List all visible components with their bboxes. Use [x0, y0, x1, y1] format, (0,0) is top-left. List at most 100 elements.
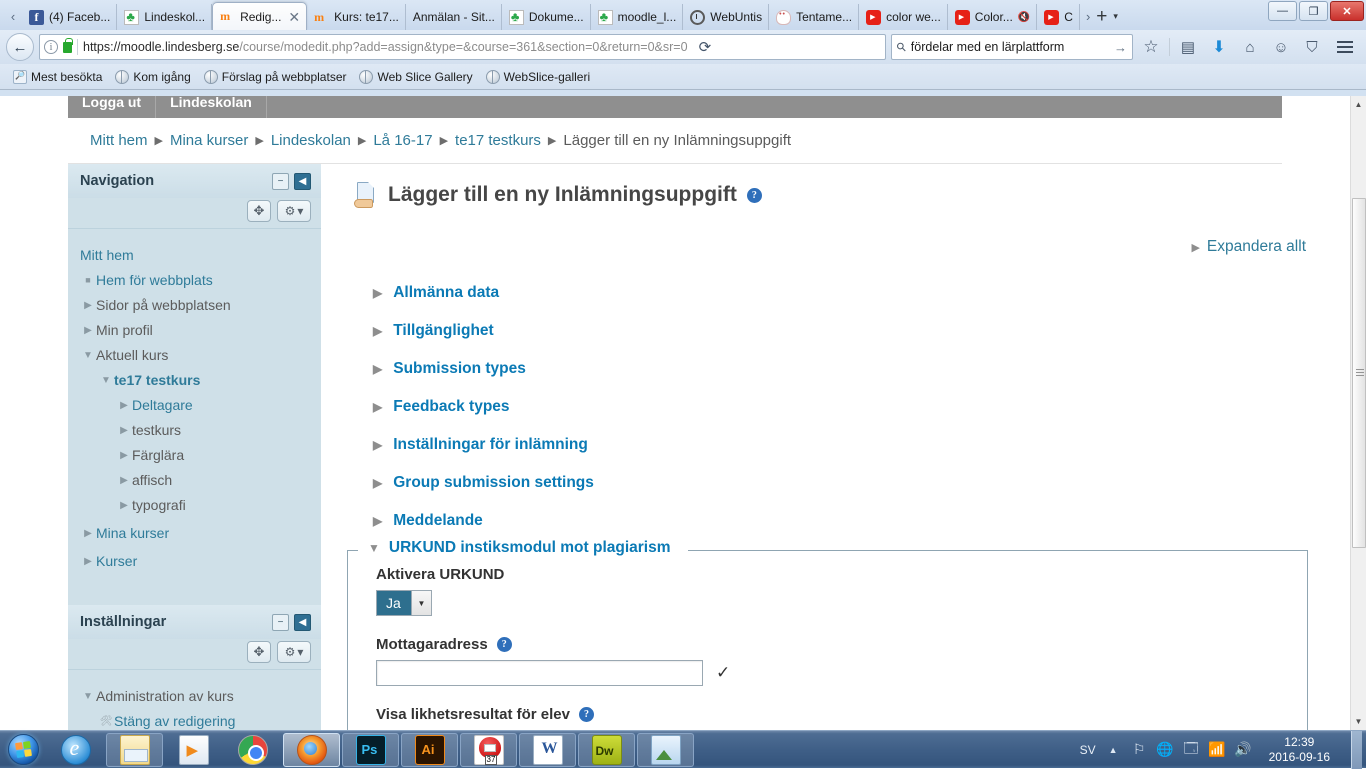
bookmark-webslice-galleri[interactable]: WebSlice-galleri [481, 68, 595, 86]
browser-tab-dokument[interactable]: Dokume... [502, 4, 591, 30]
chevron-right-icon[interactable]: ▶ [373, 400, 382, 414]
nav-item-mina-kurser[interactable]: ▶ Mina kurser [68, 521, 321, 546]
flag-icon[interactable]: ⚐ [1131, 741, 1148, 758]
collapse-block-icon[interactable]: − [272, 613, 289, 631]
breadcrumb-item-te17-testkurs[interactable]: te17 testkurs [455, 132, 541, 149]
close-window-button[interactable]: ✕ [1330, 1, 1364, 21]
move-block-icon[interactable]: ✥ [247, 641, 271, 663]
chevron-right-icon[interactable]: ▶ [80, 293, 96, 318]
move-block-icon[interactable]: ✥ [247, 200, 271, 222]
mottagaradress-input[interactable] [376, 660, 703, 686]
chevron-right-icon[interactable]: ▶ [116, 493, 132, 518]
chevron-right-icon[interactable]: ▶ [80, 521, 96, 546]
nav-item-deltagare[interactable]: ▶ Deltagare [68, 393, 321, 418]
search-bar[interactable]: ⚲ fördelar med en lärplattform → [891, 34, 1133, 60]
address-bar[interactable]: i https://moodle.lindesberg.se/course/mo… [39, 34, 886, 60]
settings-item-administration-av-kurs[interactable]: ▼ Administration av kurs [68, 684, 321, 709]
nav-item-mitt-hem[interactable]: Mitt hem [68, 243, 321, 268]
list-all-tabs-icon[interactable]: ▾ [1113, 11, 1118, 22]
taskbar-item-mail[interactable]: 37 [460, 732, 517, 767]
bookmark-web-slice-gallery[interactable]: Web Slice Gallery [354, 68, 477, 86]
nav-item-sidor-pa-webbplatsen[interactable]: ▶ Sidor på webbplatsen [68, 293, 321, 318]
new-tab-button[interactable]: + [1096, 7, 1107, 26]
taskbar-item-photo-viewer[interactable] [637, 732, 694, 767]
page-scrollbar[interactable]: ▲ ▼ [1350, 96, 1366, 730]
chevron-down-icon[interactable]: ▼ [98, 368, 114, 393]
taskbar-item-word[interactable] [519, 732, 576, 767]
section-feedback-types[interactable]: ▶ Feedback types [373, 388, 1334, 426]
tab-scroll-left-icon[interactable]: ‹ [4, 2, 22, 30]
chevron-right-icon[interactable]: ▶ [373, 438, 382, 452]
section-installningar-for-inlamning[interactable]: ▶ Inställningar för inlämning [373, 426, 1334, 464]
language-indicator[interactable]: SV [1080, 743, 1096, 757]
chevron-right-icon[interactable]: ▶ [373, 324, 382, 338]
chevron-right-icon[interactable]: ▶ [373, 476, 382, 490]
chevron-right-icon[interactable]: ▶ [116, 418, 132, 443]
start-button[interactable] [0, 732, 46, 768]
chevron-down-icon[interactable]: ▼ [80, 343, 96, 368]
bookmark-star-icon[interactable]: ☆ [1138, 34, 1164, 60]
bookmark-mest-besokta[interactable]: Mest besökta [8, 68, 107, 86]
chevron-down-icon[interactable]: ▼ [368, 541, 380, 555]
clock[interactable]: 12:39 2016-09-16 [1261, 735, 1338, 765]
chevron-down-icon[interactable]: ▼ [80, 684, 96, 709]
urkund-legend[interactable]: ▼ URKUND instiksmodul mot plagiarism [362, 539, 677, 557]
help-icon[interactable]: ? [746, 187, 762, 203]
menu-icon[interactable] [1330, 41, 1360, 53]
chevron-right-icon[interactable]: ▶ [80, 549, 96, 574]
browser-tab-facebook[interactable]: f (4) Faceb... [22, 4, 118, 30]
nav-item-te17-testkurs[interactable]: ▼ te17 testkurs [68, 368, 321, 393]
nav-item-affisch[interactable]: ▶ affisch [68, 468, 321, 493]
gear-icon[interactable]: ⚙ ▾ [277, 641, 311, 663]
bookmark-kom-igang[interactable]: Kom igång [110, 68, 195, 86]
sync-icon[interactable]: ☺ [1268, 34, 1294, 60]
taskbar-item-file-explorer[interactable] [106, 732, 163, 767]
section-allmanna-data[interactable]: ▶ Allmänna data [373, 274, 1334, 312]
network-icon[interactable]: 🌐 [1156, 741, 1173, 758]
browser-tab-color[interactable]: Color... 🔇 [948, 4, 1038, 30]
scroll-down-icon[interactable]: ▼ [1351, 713, 1366, 730]
scroll-up-icon[interactable]: ▲ [1351, 96, 1366, 113]
library-icon[interactable]: ▤ [1175, 34, 1201, 60]
pocket-icon[interactable]: ⛉ [1299, 34, 1325, 60]
help-icon[interactable]: ? [578, 707, 594, 722]
back-button[interactable]: ← [6, 33, 34, 61]
browser-tab-kurs-te17[interactable]: m Kurs: te17... [307, 4, 406, 30]
aktivera-urkund-select[interactable]: Ja ▼ [376, 590, 432, 616]
taskbar-item-internet-explorer[interactable] [47, 733, 104, 767]
chevron-right-icon[interactable]: ▶ [80, 318, 96, 343]
breadcrumb-item-mitt-hem[interactable]: Mitt hem [90, 132, 148, 149]
school-link[interactable]: Lindeskolan [156, 96, 267, 118]
taskbar-item-illustrator[interactable] [401, 732, 458, 767]
browser-tab-webuntis[interactable]: WebUntis [683, 4, 770, 30]
dock-block-icon[interactable]: ◀ [294, 613, 311, 631]
mute-icon[interactable]: 🔇 [1018, 12, 1030, 23]
nav-item-testkurs[interactable]: ▶ testkurs [68, 418, 321, 443]
browser-tab-lindeskolan[interactable]: Lindeskol... [117, 4, 213, 30]
maximize-button[interactable]: ❐ [1299, 1, 1328, 21]
chevron-right-icon[interactable]: ▶ [116, 468, 132, 493]
breadcrumb-item-la-16-17[interactable]: Lå 16-17 [373, 132, 432, 149]
minimize-button[interactable]: — [1268, 1, 1297, 21]
home-icon[interactable]: ⌂ [1237, 34, 1263, 60]
browser-tab-tentamen[interactable]: Tentame... [769, 4, 860, 30]
taskbar-item-photoshop[interactable] [342, 732, 399, 767]
show-desktop-button[interactable] [1351, 730, 1362, 769]
nav-item-min-profil[interactable]: ▶ Min profil [68, 318, 321, 343]
taskbar-item-dreamweaver[interactable] [578, 732, 635, 767]
taskbar-item-windows-media-player[interactable] [165, 733, 222, 767]
section-group-submission-settings[interactable]: ▶ Group submission settings [373, 464, 1334, 502]
scrollbar-thumb[interactable] [1352, 198, 1366, 548]
taskbar-item-firefox[interactable] [283, 732, 340, 767]
signal-icon[interactable]: 📶 [1208, 741, 1225, 758]
browser-tab-moodle-l[interactable]: moodle_l... [591, 4, 684, 30]
search-go-icon[interactable]: → [1114, 40, 1127, 55]
chevron-right-icon[interactable]: ▶ [373, 286, 382, 300]
close-icon[interactable]: ✕ [288, 10, 300, 24]
nav-item-kurser[interactable]: ▶ Kurser [68, 549, 321, 574]
collapse-block-icon[interactable]: − [272, 172, 289, 190]
expand-all-link[interactable]: ▶ Expandera allt [321, 238, 1334, 256]
bookmark-forslag-pa-webbplatser[interactable]: Förslag på webbplatser [199, 68, 352, 86]
nav-item-aktuell-kurs[interactable]: ▼ Aktuell kurs [68, 343, 321, 368]
section-tillganglighet[interactable]: ▶ Tillgänglighet [373, 312, 1334, 350]
